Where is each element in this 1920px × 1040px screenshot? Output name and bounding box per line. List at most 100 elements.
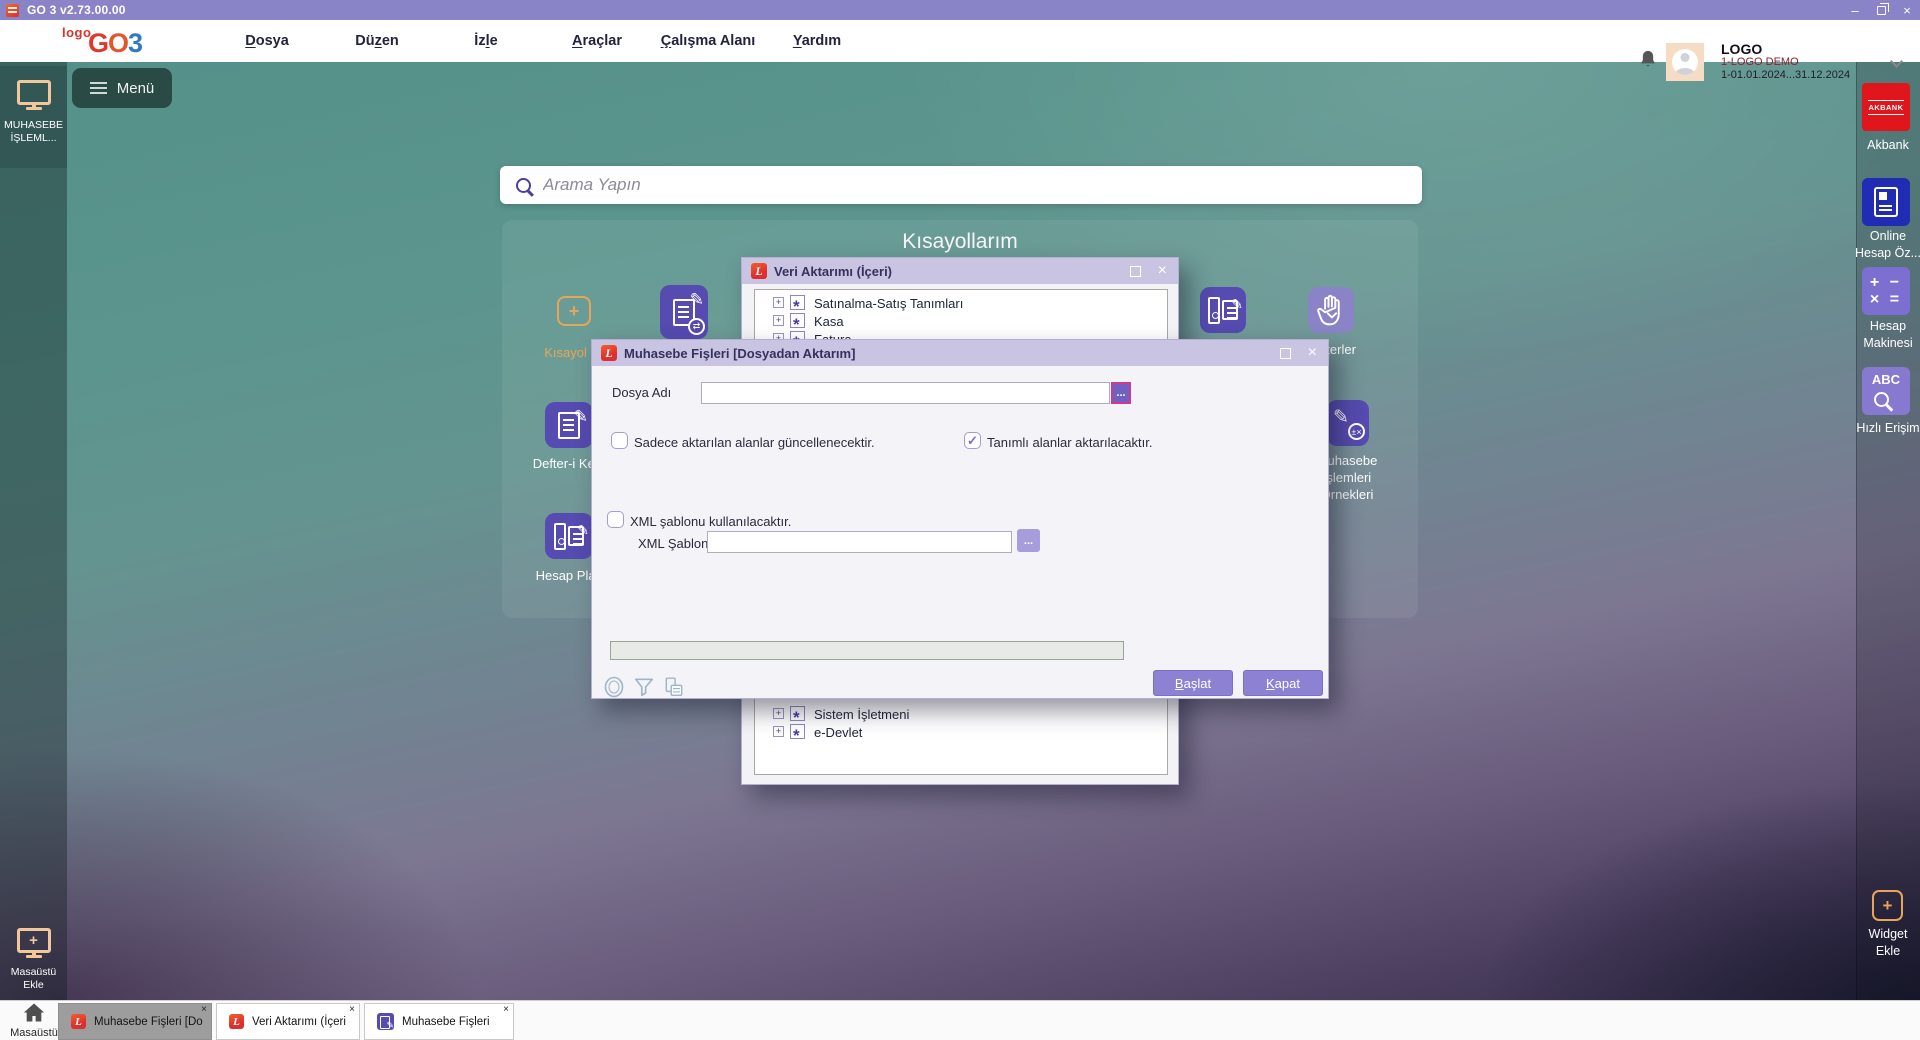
search-input[interactable] (543, 175, 1422, 195)
window-title: GO 3 v2.73.00.00 (27, 3, 126, 17)
widget-add-button[interactable]: + (1872, 890, 1903, 921)
pencil-icon: ✎ (577, 522, 589, 538)
expand-icon[interactable]: + (773, 726, 784, 737)
close-icon[interactable]: × (1158, 263, 1167, 279)
expand-icon[interactable]: + (773, 708, 784, 719)
pencil-icon: ✎ (1333, 407, 1349, 428)
import-dialog-titlebar[interactable]: L Veri Aktarımı (İçeri) × (742, 258, 1178, 284)
plus-icon: + (1882, 895, 1893, 915)
akbank-widget-label: Akbank (1867, 138, 1909, 152)
xml-browse-button[interactable]: ... (1017, 529, 1040, 552)
magnifier-icon (1874, 392, 1889, 407)
user-period: 1-01.01.2024...31.12.2024 (1721, 69, 1851, 81)
taskbar-tab-import[interactable]: L Veri Aktarımı (İçeri × (216, 1003, 360, 1040)
calculator-widget-icon[interactable]: + − × = (1862, 267, 1910, 315)
sidebar-item-muhasebe-islemleri[interactable]: MUHASEBE İŞLEML... (0, 66, 67, 168)
tree-item[interactable]: + * Sistem İşletmeni (755, 706, 1167, 724)
tree-node-icon: * (790, 724, 805, 739)
shortcut-defteri-kebir-icon[interactable]: ✎ (545, 402, 593, 448)
shortcut-hesap-plani-icon[interactable]: ✎ (545, 513, 593, 559)
expand-icon[interactable]: + (773, 315, 784, 326)
restore-button[interactable] (1868, 0, 1894, 20)
quick-access-widget-icon[interactable]: ABC (1862, 367, 1910, 415)
minimize-button[interactable]: – (1842, 0, 1868, 20)
maximize-icon[interactable] (1129, 265, 1141, 277)
online-hesap-widget-icon[interactable] (1862, 178, 1910, 226)
tree-node-icon: * (790, 313, 805, 328)
plus-icon: + (568, 300, 580, 321)
checkbox-update-only[interactable] (611, 432, 628, 449)
menu-item-calisma-alani[interactable]: Çalışma Alanı (661, 33, 756, 49)
module-label: MUHASEBE İŞLEML... (4, 119, 63, 144)
checkbox-xml-template-label: XML şablonu kullanılacaktır. (630, 514, 792, 529)
tree-item[interactable]: + * e-Devlet (755, 724, 1167, 742)
menu-item-yardim[interactable]: Yardım (793, 33, 841, 49)
window-controls: – × (1842, 0, 1920, 20)
add-shortcut-button[interactable]: + (557, 296, 591, 326)
menu-item-izle[interactable]: İzle (474, 33, 497, 49)
online-hesap-widget-label: Online Hesap Öz... (1855, 229, 1920, 260)
person-icon (1672, 49, 1698, 75)
search-icon (516, 177, 531, 193)
taskbar-tab-muhasebe-fisleri[interactable]: Muhasebe Fişleri × (364, 1003, 514, 1040)
user-avatar[interactable] (1666, 43, 1704, 81)
app-logo-icon (6, 3, 19, 17)
close-icon[interactable]: × (1308, 345, 1317, 361)
close-icon[interactable]: × (349, 1005, 355, 1015)
menu-button[interactable]: Menü (72, 68, 172, 108)
close-icon[interactable]: × (503, 1005, 509, 1015)
notifications-bell-icon[interactable] (1638, 49, 1658, 71)
akbank-logo: AKBANK (1867, 99, 1905, 115)
logo-l-icon: L (71, 1014, 86, 1029)
menu-item-dosya[interactable]: Dosya (245, 33, 289, 49)
document-gear-icon (377, 1013, 394, 1031)
plus-icon: + (29, 932, 38, 949)
logo-l-icon: L (751, 263, 767, 279)
user-name: LOGO (1721, 41, 1763, 57)
user-info[interactable]: LOGO 1-LOGO DEMO 1-01.01.2024...31.12.20… (1721, 41, 1851, 82)
transfer-dialog-title: Muhasebe Fişleri [Dosyadan Aktarım] (624, 345, 856, 361)
layers-tool-icon[interactable] (663, 676, 685, 698)
home-icon (23, 1003, 45, 1022)
search-bar (500, 166, 1422, 204)
xml-template-input[interactable] (707, 531, 1012, 553)
taskbar-tab-transfer[interactable]: L Muhasebe Fişleri [Do × (58, 1003, 212, 1040)
tree-item[interactable]: + * Satınalma-Satış Tanımları (755, 295, 1167, 313)
file-browse-button[interactable]: ... (1111, 382, 1131, 404)
tree-node-icon: * (790, 706, 805, 721)
pencil-icon: ✎ (689, 290, 704, 309)
sync-icon: ⇄ (688, 318, 705, 335)
start-button[interactable]: Başlat (1153, 670, 1233, 696)
quick-access-widget-label: Hızlı Erişim (1856, 421, 1920, 435)
hand-icon (1317, 294, 1340, 326)
desktop-add-label: Masaüstü (10, 966, 57, 978)
file-name-input[interactable] (701, 382, 1110, 404)
shortcut-defterler-icon[interactable] (1308, 287, 1354, 333)
logo-letter-3: 3 (128, 28, 143, 58)
logo-letter-o: O (108, 28, 129, 58)
taskbar-home-button[interactable]: Masaüstü (6, 1003, 62, 1039)
pencil-icon: ✎ (1231, 296, 1243, 312)
shortcut-muhasebe-ornekleri-icon[interactable]: ✎ ±× (1327, 400, 1369, 446)
number-format-tool-icon[interactable] (603, 676, 625, 698)
menu-item-duzen[interactable]: Düzen (355, 33, 399, 49)
pencil-icon: ✎ (573, 407, 588, 426)
shortcut-muhasebe-kayitlari-icon[interactable]: ✎ (1200, 287, 1246, 333)
tree-item[interactable]: + * Kasa (755, 313, 1167, 331)
expand-icon[interactable]: + (773, 297, 784, 308)
checkbox-defined-fields[interactable]: ✓ (964, 432, 981, 449)
menu-item-araclar[interactable]: Araçlar (572, 33, 622, 49)
transfer-dialog-titlebar[interactable]: L Muhasebe Fişleri [Dosyadan Aktarım] × (592, 340, 1328, 366)
restore-icon (1876, 2, 1889, 15)
taskbar-home-label: Masaüstü (10, 1027, 58, 1039)
close-button[interactable]: Kapat (1243, 670, 1323, 696)
filter-tool-icon[interactable] (633, 676, 655, 698)
close-icon[interactable]: × (201, 1005, 207, 1015)
file-name-label: Dosya Adı (612, 385, 672, 400)
close-button[interactable]: × (1894, 0, 1920, 20)
desktop-add-button[interactable]: + Masaüstü Ekle (0, 914, 67, 992)
checkbox-xml-template[interactable] (607, 511, 624, 528)
shortcut-muhasebe-fisleri-icon[interactable]: ✎ ⇄ (660, 285, 708, 339)
maximize-icon[interactable] (1279, 347, 1291, 359)
akbank-widget-icon[interactable]: AKBANK (1862, 83, 1910, 131)
